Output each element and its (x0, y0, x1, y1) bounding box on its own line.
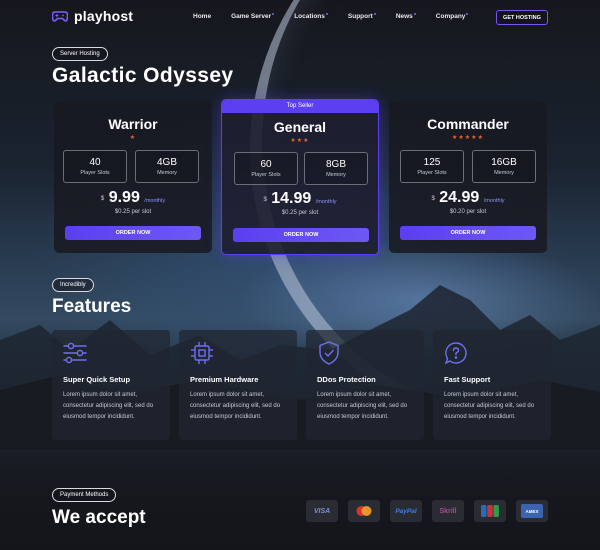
amex-logo: AMEX (516, 500, 548, 522)
page-title: Galactic Odyssey (52, 64, 234, 87)
paypal-logo: PayPal (390, 500, 422, 522)
player-slots-value: 60 (260, 159, 272, 170)
visa-logo: VISA (306, 500, 338, 522)
memory-label: Memory (157, 170, 177, 176)
jcb-icon (481, 505, 499, 517)
nav-link-locations[interactable]: Locations (294, 13, 328, 20)
brand-logo[interactable]: playhost (52, 8, 133, 24)
player-slots-value: 40 (89, 157, 101, 168)
payment-methods-badge: Payment Methods (52, 488, 117, 502)
memory-value: 16GB (491, 157, 517, 168)
per-slot-price: $0.25 per slot (281, 210, 319, 216)
memory-label: Memory (494, 170, 514, 176)
plan-stars: ★★★★★ (452, 135, 484, 141)
memory-box: 8GB Memory (304, 152, 368, 185)
features-title: Features (52, 296, 132, 317)
main-nav: Home Game Server Locations Support News … (193, 13, 488, 20)
per-slot-price: $0.25 per slot (114, 209, 152, 215)
gamepad-icon (52, 11, 68, 22)
nav-link-home[interactable]: Home (193, 13, 211, 20)
player-slots-box: 60 Player Slots (234, 152, 298, 185)
feature-description: Lorem ipsum dolor sit amet, consectetur … (317, 392, 408, 420)
feature-card-fast-support: Fast Support Lorem ipsum dolor sit amet,… (433, 330, 551, 440)
player-slots-label: Player Slots (80, 170, 110, 176)
nav-link-support[interactable]: Support (348, 13, 376, 20)
skrill-logo: Skrill (432, 500, 464, 522)
nav-link-company[interactable]: Company (436, 13, 469, 20)
nav-link-news[interactable]: News (396, 13, 416, 20)
feature-description: Lorem ipsum dolor sit amet, consectetur … (190, 392, 281, 420)
order-now-button[interactable]: ORDER NOW (400, 226, 536, 240)
jcb-logo (474, 500, 506, 522)
memory-label: Memory (326, 172, 346, 178)
shield-icon (319, 341, 339, 365)
per-slot-price: $0.20 per slot (449, 209, 487, 215)
memory-value: 8GB (325, 159, 346, 170)
feature-title: Super Quick Setup (63, 375, 131, 384)
plan-name: Commander (427, 116, 509, 132)
feature-description: Lorem ipsum dolor sit amet, consectetur … (444, 392, 535, 420)
player-slots-label: Player Slots (251, 172, 281, 178)
plan-name: General (273, 119, 327, 135)
feature-title: Fast Support (444, 375, 491, 384)
sliders-icon (63, 342, 87, 364)
plan-price: $ 9.99 /monthly (100, 189, 166, 206)
plan-price: $ 14.99 /monthly (263, 190, 337, 207)
incredibly-badge: Incredibly (52, 278, 94, 292)
order-now-button[interactable]: ORDER NOW (65, 226, 201, 240)
order-now-button[interactable]: ORDER NOW (233, 228, 369, 242)
chip-icon (191, 342, 213, 364)
feature-card-quick-setup: Super Quick Setup Lorem ipsum dolor sit … (52, 330, 170, 440)
get-hosting-button[interactable]: GET HOSTING (496, 10, 548, 25)
feature-title: Premium Hardware (190, 375, 259, 384)
player-slots-box: 40 Player Slots (63, 150, 127, 183)
memory-value: 4GB (156, 157, 177, 168)
server-hosting-badge: Server Hosting (52, 47, 108, 61)
payment-methods-list: VISA PayPal Skrill AMEX (306, 500, 548, 522)
feature-card-premium-hardware: Premium Hardware Lorem ipsum dolor sit a… (179, 330, 297, 440)
player-slots-box: 125 Player Slots (400, 150, 464, 183)
plan-price: $ 24.99 /monthly (431, 189, 505, 206)
feature-description: Lorem ipsum dolor sit amet, consectetur … (63, 392, 154, 420)
plan-stars: ★★★ (290, 138, 310, 144)
nav-link-game-server[interactable]: Game Server (231, 13, 275, 20)
top-seller-ribbon: Top Seller (222, 100, 378, 113)
plan-name: Warrior (108, 116, 158, 132)
price-amount: 14.99 (271, 190, 312, 207)
price-amount: 9.99 (108, 189, 140, 206)
chat-question-icon (444, 342, 467, 365)
plan-card-commander: Commander ★★★★★ 125 Player Slots 16GB Me… (389, 101, 547, 253)
mastercard-icon (356, 506, 372, 516)
plan-card-warrior: Warrior ★ 40 Player Slots 4GB Memory $ 9… (54, 101, 212, 253)
feature-card-ddos-protection: DDos Protection Lorem ipsum dolor sit am… (306, 330, 424, 440)
player-slots-value: 125 (423, 157, 441, 168)
we-accept-title: We accept (52, 507, 146, 528)
price-amount: 24.99 (439, 189, 480, 206)
brand-name: playhost (74, 8, 134, 24)
memory-box: 16GB Memory (472, 150, 536, 183)
plan-stars: ★ (129, 135, 137, 141)
feature-title: DDos Protection (317, 375, 376, 384)
player-slots-label: Player Slots (417, 170, 447, 176)
mastercard-logo (348, 500, 380, 522)
memory-box: 4GB Memory (135, 150, 199, 183)
plan-card-general: Top Seller General ★★★ 60 Player Slots 8… (221, 99, 379, 255)
